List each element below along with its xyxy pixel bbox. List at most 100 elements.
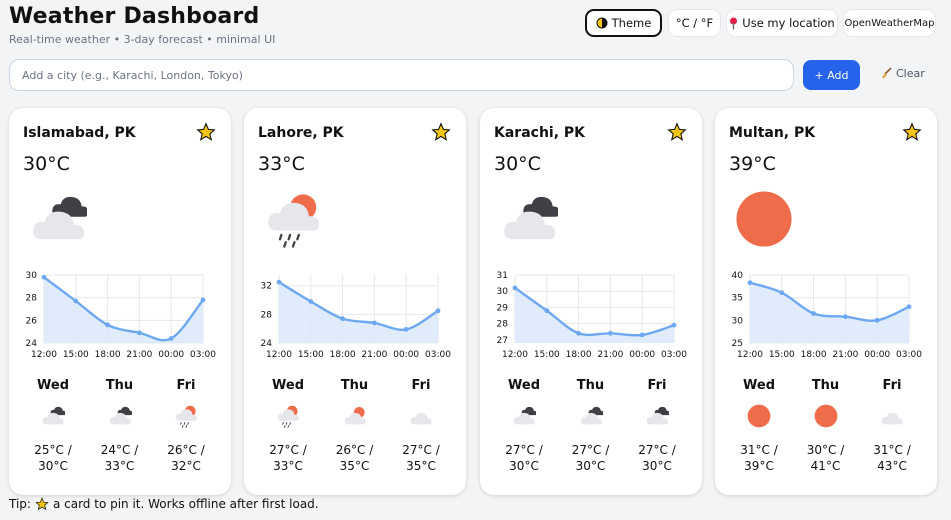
forecast-low: 27°C / bbox=[505, 443, 543, 457]
hourly-temperature-chart: 40 35 30 2512:00 15:00 18:00 21:00 00:00 03:00 bbox=[732, 271, 923, 360]
y-tick-label: 35 bbox=[732, 294, 743, 304]
y-tick-label: 25 bbox=[732, 339, 743, 349]
x-tick-label: 03:00 bbox=[425, 350, 451, 360]
chart-point bbox=[747, 280, 753, 286]
y-tick-label: 30 bbox=[497, 287, 509, 297]
cloud-icon bbox=[409, 404, 433, 432]
forecast-day-range: 26°C / 32°C bbox=[151, 442, 221, 474]
forecast-low: 27°C / bbox=[269, 443, 307, 457]
cloud-dark-icon bbox=[579, 404, 604, 432]
forecast-day-name: Wed bbox=[37, 378, 69, 393]
forecast-day-name: Wed bbox=[743, 378, 775, 393]
forecast-low: 30°C / bbox=[806, 443, 845, 457]
theme-icon bbox=[596, 17, 608, 29]
x-tick-label: 03:00 bbox=[190, 350, 216, 360]
forecast-day-range: 25°C / 30°C bbox=[18, 442, 88, 474]
cloud-dark-icon bbox=[108, 404, 133, 432]
hourly-temperature-chart: 30 28 26 2412:00 15:00 18:00 21:00 00:00 03:00 bbox=[26, 271, 217, 360]
x-tick-label: 00:00 bbox=[629, 350, 655, 360]
forecast-day-range: 26°C / 35°C bbox=[320, 442, 390, 474]
clear-button[interactable]: Clear bbox=[880, 67, 925, 80]
y-tick-label: 31 bbox=[497, 271, 508, 281]
clear-label: Clear bbox=[896, 67, 925, 80]
use-location-button[interactable]: Use my location bbox=[726, 9, 838, 37]
forecast-high: 35°C bbox=[406, 459, 436, 473]
pin-star-icon[interactable] bbox=[667, 122, 687, 146]
rain-sun-icon bbox=[276, 404, 300, 432]
forecast-day-range: 27°C / 33°C bbox=[253, 442, 323, 474]
y-tick-label: 28 bbox=[497, 320, 509, 330]
hourly-temperature-chart: 32 28 2412:00 15:00 18:00 21:00 00:00 03:00 bbox=[261, 275, 451, 360]
units-toggle-button[interactable]: °C / °F bbox=[668, 9, 721, 37]
x-tick-label: 12:00 bbox=[502, 350, 528, 360]
x-tick-label: 12:00 bbox=[266, 350, 292, 360]
x-tick-label: 15:00 bbox=[298, 350, 324, 360]
city-search-input[interactable] bbox=[9, 59, 794, 91]
forecast-day-name: Thu bbox=[340, 378, 369, 393]
app-subtitle: Real-time weather • 3-day forecast • min… bbox=[9, 33, 276, 46]
add-city-button[interactable]: + Add bbox=[803, 60, 860, 90]
x-tick-label: 15:00 bbox=[769, 350, 795, 360]
cloud-icon bbox=[880, 404, 904, 432]
chart-point bbox=[435, 308, 441, 314]
current-temperature: 30°C bbox=[494, 153, 541, 175]
pin-icon bbox=[730, 17, 738, 29]
x-tick-label: 18:00 bbox=[95, 350, 121, 360]
forecast-high: 39°C bbox=[744, 459, 774, 473]
forecast-high: 33°C bbox=[104, 459, 135, 473]
forecast-day-range: 31°C / 43°C bbox=[857, 442, 927, 474]
theme-button-label: Theme bbox=[611, 16, 652, 30]
x-tick-label: 00:00 bbox=[864, 350, 890, 360]
chart-point bbox=[544, 308, 550, 314]
chart-point bbox=[372, 320, 377, 326]
forecast-days: Wed 27°C / 33°C Thu 26°C / 35°C Fri 27°C / 35°C bbox=[244, 378, 466, 488]
forecast-day-name: Fri bbox=[647, 378, 667, 393]
forecast-day-name: Fri bbox=[411, 378, 431, 393]
forecast-day-range: 31°C / 39°C bbox=[724, 442, 794, 474]
y-tick-label: 28 bbox=[261, 310, 273, 320]
y-tick-label: 40 bbox=[732, 271, 744, 281]
y-tick-label: 26 bbox=[26, 316, 38, 326]
forecast-low: 25°C / bbox=[34, 443, 72, 457]
use-location-label: Use my location bbox=[742, 16, 835, 30]
cloud-sun-icon bbox=[343, 404, 367, 432]
x-tick-label: 18:00 bbox=[330, 350, 356, 360]
x-tick-label: 15:00 bbox=[534, 350, 560, 360]
forecast-low: 31°C / bbox=[873, 443, 911, 457]
y-tick-label: 24 bbox=[261, 339, 273, 349]
forecast-high: 32°C bbox=[171, 459, 201, 473]
forecast-high: 30°C bbox=[509, 459, 539, 473]
city-card[interactable]: Lahore, PK 33°C 32 28 24 12:00 15:00 18:00 21:00… bbox=[244, 108, 466, 495]
forecast-day-name: Fri bbox=[882, 378, 902, 393]
x-tick-label: 21:00 bbox=[597, 350, 623, 360]
forecast-day-name: Fri bbox=[176, 378, 196, 393]
theme-button[interactable]: Theme bbox=[585, 9, 662, 37]
cloud-dark-icon bbox=[645, 404, 670, 432]
forecast-day-name: Thu bbox=[576, 378, 605, 393]
forecast-high: 35°C bbox=[339, 459, 370, 473]
forecast-low: 27°C / bbox=[571, 443, 610, 457]
pin-star-icon[interactable] bbox=[196, 122, 216, 146]
city-card[interactable]: Islamabad, PK 30°C 30 28 26 24 12:00 15:00 18:00… bbox=[9, 108, 231, 495]
city-name: Karachi, PK bbox=[494, 125, 586, 141]
provider-button[interactable]: OpenWeatherMap bbox=[843, 9, 936, 37]
chart-point bbox=[73, 298, 79, 304]
y-tick-label: 28 bbox=[26, 294, 38, 304]
chart-point bbox=[608, 330, 613, 336]
forecast-high: 41°C bbox=[810, 459, 841, 473]
cloud-dark-icon bbox=[512, 404, 537, 432]
x-tick-label: 21:00 bbox=[361, 350, 387, 360]
city-card[interactable]: Karachi, PK 30°C 31 30 29 28 27 12:00 15:00 18:00… bbox=[480, 108, 702, 495]
pin-star-icon[interactable] bbox=[902, 122, 922, 146]
current-temperature: 39°C bbox=[729, 153, 776, 175]
sun-icon bbox=[814, 404, 838, 432]
chart-point bbox=[137, 330, 142, 336]
city-card[interactable]: Multan, PK 39°C 40 35 30 25 12:00 15:00 18:00 21:… bbox=[715, 108, 937, 495]
cloud-dark-icon bbox=[500, 190, 560, 252]
city-name: Islamabad, PK bbox=[23, 125, 136, 141]
y-tick-label: 32 bbox=[261, 282, 272, 292]
forecast-day-range: 24°C / 33°C bbox=[85, 442, 155, 474]
pin-star-icon[interactable] bbox=[431, 122, 451, 146]
forecast-low: 27°C / bbox=[402, 443, 440, 457]
forecast-day-name: Wed bbox=[508, 378, 540, 393]
